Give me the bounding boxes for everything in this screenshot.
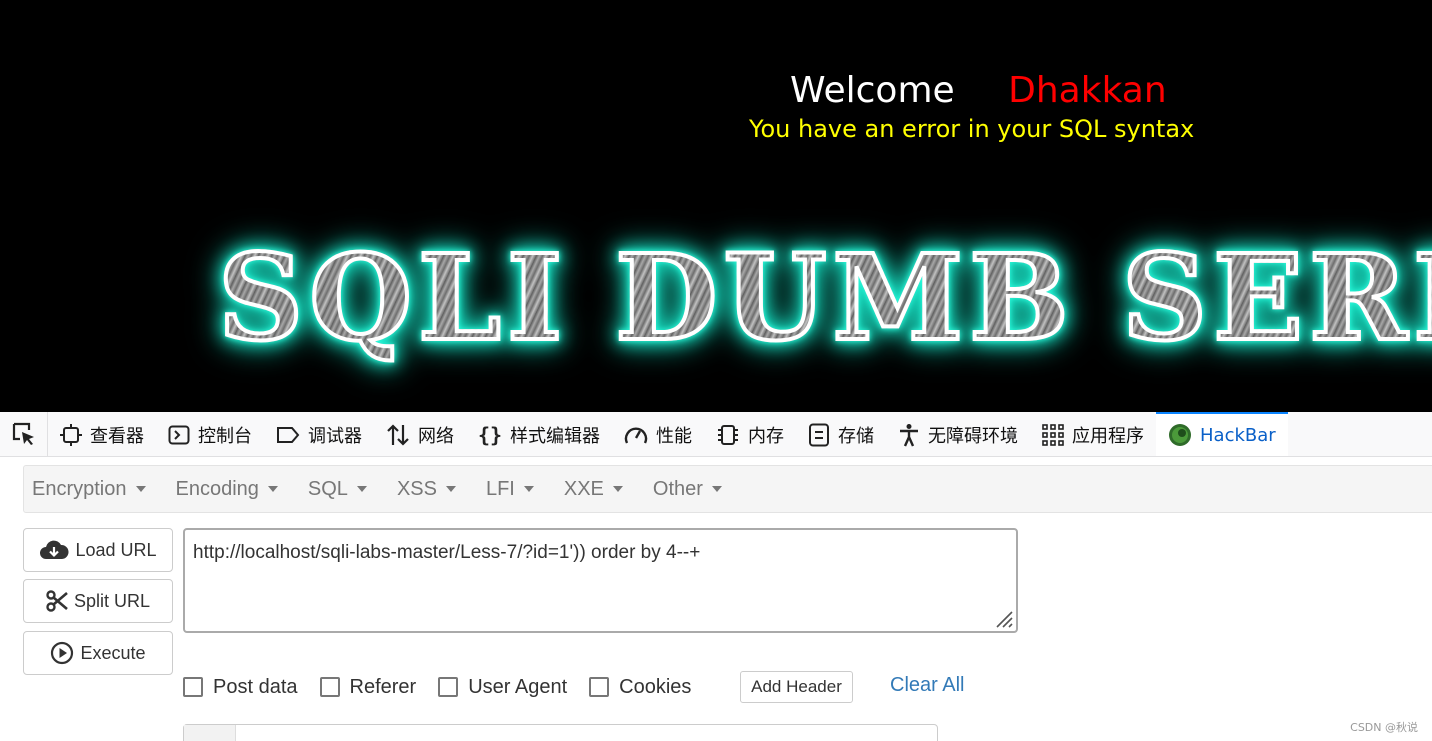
url-value: http://localhost/sqli-labs-master/Less-7… — [193, 542, 701, 563]
menu-encoding-label: Encoding — [175, 477, 259, 500]
add-header-button[interactable]: Add Header — [740, 671, 853, 703]
tab-performance-label: 性能 — [656, 426, 692, 447]
inspector-icon — [60, 424, 82, 446]
tab-storage[interactable]: 存储 — [796, 412, 886, 456]
tab-memory-label: 内存 — [748, 426, 784, 447]
play-circle-icon — [51, 641, 74, 665]
hackbar-menu: Encryption Encoding SQL XSS LFI XXE Othe… — [23, 465, 1432, 513]
tab-hackbar-label: HackBar — [1200, 424, 1276, 446]
scissors-icon — [46, 590, 68, 612]
tab-inspector[interactable]: 查看器 — [48, 412, 156, 456]
menu-other-label: Other — [652, 477, 703, 500]
clear-all-link[interactable]: Clear All — [890, 674, 964, 697]
menu-encryption-label: Encryption — [32, 477, 127, 500]
caret-down-icon — [267, 486, 278, 492]
tab-storage-label: 存储 — [838, 426, 874, 447]
caret-down-icon — [612, 486, 623, 492]
tab-console[interactable]: 控制台 — [156, 412, 264, 456]
caret-down-icon — [523, 486, 534, 492]
post-data-option[interactable]: Post data — [183, 676, 298, 699]
menu-lfi-label: LFI — [485, 477, 515, 500]
style-editor-icon: {} — [478, 423, 502, 447]
banner-logo: SQLI DUMB SERIES — [216, 226, 1432, 369]
caret-down-icon — [445, 486, 456, 492]
cloud-download-icon — [40, 540, 69, 559]
watermark: CSDN @秋说 — [1350, 721, 1418, 734]
memory-icon — [718, 425, 738, 445]
tab-console-label: 控制台 — [198, 426, 252, 447]
header-input-box[interactable] — [183, 724, 938, 741]
devtools-toolbar: 查看器 控制台 调试器 网络 {} 样式编辑器 性能 内存 存储 无障碍环境 应… — [0, 412, 1432, 457]
cookies-option[interactable]: Cookies — [589, 676, 691, 699]
tab-style-editor-label: 样式编辑器 — [510, 426, 600, 447]
sql-error-message: You have an error in your SQL syntax — [749, 115, 1195, 143]
post-data-label: Post data — [213, 675, 298, 698]
tab-debugger-label: 调试器 — [308, 426, 362, 447]
hackbar-icon — [1169, 424, 1191, 446]
storage-icon — [809, 423, 829, 447]
user-agent-option[interactable]: User Agent — [438, 676, 567, 699]
post-data-checkbox[interactable] — [183, 677, 203, 697]
caret-down-icon — [356, 486, 367, 492]
menu-xss[interactable]: XSS — [397, 478, 456, 501]
menu-xxe-label: XXE — [563, 477, 604, 500]
performance-icon — [624, 427, 648, 444]
application-icon — [1042, 424, 1064, 446]
tab-debugger[interactable]: 调试器 — [264, 412, 374, 456]
tab-application-label: 应用程序 — [1072, 426, 1144, 447]
tab-performance[interactable]: 性能 — [612, 412, 704, 456]
tab-accessibility[interactable]: 无障碍环境 — [886, 412, 1030, 456]
caret-down-icon — [135, 486, 146, 492]
tab-application[interactable]: 应用程序 — [1030, 412, 1156, 456]
menu-encoding[interactable]: Encoding — [176, 478, 278, 501]
element-picker-button[interactable] — [0, 412, 48, 456]
welcome-text: Welcome — [790, 70, 955, 111]
referer-label: Referer — [349, 675, 417, 698]
cookies-label: Cookies — [619, 675, 692, 698]
debugger-icon — [277, 427, 300, 443]
user-agent-checkbox[interactable] — [438, 677, 459, 697]
referer-checkbox[interactable] — [319, 677, 340, 697]
tab-network[interactable]: 网络 — [374, 412, 466, 456]
execute-button[interactable]: Execute — [23, 631, 173, 675]
tab-hackbar[interactable]: HackBar — [1156, 412, 1288, 456]
page-viewport: Welcome Dhakkan You have an error in you… — [0, 0, 1432, 412]
load-url-button[interactable]: Load URL — [23, 528, 173, 572]
menu-xss-label: XSS — [396, 477, 437, 500]
tab-network-label: 网络 — [418, 426, 454, 447]
load-url-label: Load URL — [75, 539, 157, 560]
tab-accessibility-label: 无障碍环境 — [928, 426, 1018, 447]
tab-style-editor[interactable]: {} 样式编辑器 — [466, 412, 612, 456]
split-url-button[interactable]: Split URL — [23, 579, 173, 623]
menu-sql[interactable]: SQL — [308, 478, 367, 501]
menu-sql-label: SQL — [307, 477, 348, 500]
url-input[interactable]: http://localhost/sqli-labs-master/Less-7… — [183, 528, 1018, 633]
user-agent-label: User Agent — [468, 675, 568, 698]
menu-lfi[interactable]: LFI — [486, 478, 534, 501]
console-icon — [168, 425, 190, 445]
menu-encryption[interactable]: Encryption — [32, 478, 146, 501]
network-icon — [387, 424, 409, 446]
resize-grip-icon[interactable] — [993, 608, 1013, 628]
welcome-line: Welcome Dhakkan — [790, 70, 1167, 111]
options-row: Post data Referer User Agent Cookies — [183, 670, 713, 704]
accessibility-icon — [900, 424, 918, 447]
header-input-addon — [184, 725, 236, 741]
svg-text:{}: {} — [478, 423, 502, 447]
element-picker-icon — [12, 422, 34, 445]
user-name: Dhakkan — [1008, 70, 1167, 111]
execute-label: Execute — [80, 642, 146, 663]
tab-inspector-label: 查看器 — [90, 426, 144, 447]
menu-other[interactable]: Other — [653, 478, 722, 501]
menu-xxe[interactable]: XXE — [564, 478, 623, 501]
caret-down-icon — [711, 486, 722, 492]
split-url-label: Split URL — [73, 590, 151, 611]
tab-memory[interactable]: 内存 — [704, 412, 796, 456]
referer-option[interactable]: Referer — [319, 675, 417, 699]
cookies-checkbox[interactable] — [589, 677, 610, 697]
